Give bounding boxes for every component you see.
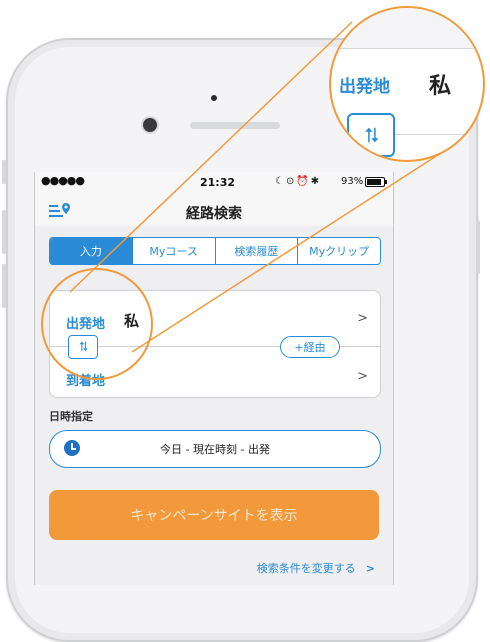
- magnifier-from-value: 私: [429, 74, 452, 99]
- magnifier-from-label: 出発地: [339, 77, 390, 97]
- magnifier-divider: [395, 134, 483, 135]
- magnifier-swap-icon: ⮁: [347, 113, 395, 157]
- zoom-magnifier: 出発地 私 ⮁: [329, 6, 485, 162]
- magnifier-header-area: [331, 8, 483, 49]
- zoom-source-ring: [41, 268, 153, 380]
